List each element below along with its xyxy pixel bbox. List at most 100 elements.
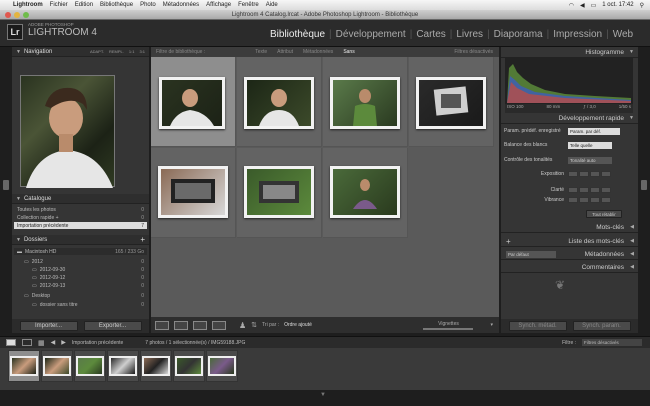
minimize-window-button[interactable] [14,12,20,18]
sort-direction-icon[interactable]: ⇅ [251,321,257,329]
filmstrip-thumbnail[interactable] [208,356,236,376]
metadata-preset-dropdown[interactable]: Par défaut [506,250,556,258]
white-balance-dropdown[interactable]: Telle quelle [568,141,612,149]
catalogue-item-selected[interactable]: Importation précédente 7 [14,222,147,229]
export-button[interactable]: Exporter... [83,321,142,331]
dossiers-header[interactable]: ▼ Dossiers + [12,235,149,245]
grid-cell-selected[interactable] [151,57,236,147]
sort-dropdown[interactable]: Ordre ajouté [284,322,312,328]
exposure-decrease[interactable] [579,171,589,177]
metadata-header[interactable]: Par défaut Métadonnées ◀ [501,249,638,260]
sync-settings-button[interactable]: Synch. param. [572,321,631,331]
filter-status[interactable]: Filtres désactivés [454,49,499,55]
vibrance-decrease[interactable] [579,197,589,203]
toolbar-menu-icon[interactable]: ▾ [490,322,499,328]
filter-sans[interactable]: Sans [343,49,354,55]
photo-thumbnail[interactable] [330,166,400,218]
filmstrip-thumbnail[interactable] [43,356,71,376]
zoom-1-1[interactable]: 1:1 [129,49,135,54]
add-folder-icon[interactable]: + [140,235,149,244]
exposure-increase[interactable] [590,171,600,177]
forward-arrow-icon[interactable]: ▶ [61,339,66,346]
vibrance-increase-large[interactable] [601,197,611,203]
close-window-button[interactable] [5,12,11,18]
grid-cell[interactable] [151,148,236,238]
folder-row[interactable]: ▭ 2012-09-12 0 [14,274,147,281]
filmstrip-thumbnail[interactable] [142,356,170,376]
menu-metadonnees[interactable]: Métadonnées [163,2,199,8]
module-impression[interactable]: Impression [553,29,602,40]
vibrance-decrease-large[interactable] [568,197,578,203]
catalogue-header[interactable]: ▼ Catalogue [12,194,149,204]
left-panel-toggle[interactable] [3,180,9,190]
zoom-3-1[interactable]: 3:1 [139,49,145,54]
folder-row[interactable]: ▭ 2012-09-13 0 [14,282,147,289]
grid-cell[interactable] [323,148,408,238]
exposure-decrease-large[interactable] [568,171,578,177]
clarity-decrease-large[interactable] [568,187,578,193]
folder-row[interactable]: ▭ 2012-09-30 0 [14,266,147,273]
grid-icon[interactable]: ▦ [38,339,45,347]
menu-app[interactable]: Lightroom [13,2,43,8]
zoom-rempl[interactable]: REMPL. [109,49,124,54]
folder-row[interactable]: ▭ Desktop 0 [14,292,147,299]
module-livres[interactable]: Livres [456,29,483,40]
module-web[interactable]: Web [613,29,633,40]
folder-row[interactable]: ▭ 2012 0 [14,258,147,265]
menu-photo[interactable]: Photo [140,2,156,8]
module-bibliotheque[interactable]: Bibliothèque [270,29,325,40]
painter-icon[interactable]: ♟ [239,321,246,330]
wifi-icon[interactable]: ◠ [569,2,574,9]
filmstrip-filter-dropdown[interactable]: Filtres désactivés [582,339,642,346]
compare-view-icon[interactable] [193,320,207,330]
auto-tone-button[interactable]: Tonalité auto [568,156,612,164]
filmstrip-info[interactable]: 7 photos / 1 sélectionnée(s) / IMG59188.… [145,340,245,346]
zoom-window-button[interactable] [23,12,29,18]
spotlight-icon[interactable]: ⚲ [640,2,644,9]
filmstrip-source[interactable]: Importation précédente [72,340,123,346]
back-arrow-icon[interactable]: ◀ [51,339,56,346]
menu-aide[interactable]: Aide [266,2,278,8]
menu-fenetre[interactable]: Fenêtre [238,2,259,8]
exposure-increase-large[interactable] [601,171,611,177]
module-diaporama[interactable]: Diaporama [494,29,543,40]
reset-all-button[interactable]: Tout rétablir [586,210,622,218]
filmstrip-thumbnail[interactable] [109,356,137,376]
zoom-adapt[interactable]: ADAPT. [90,49,104,54]
folder-row[interactable]: ▭ dossier sans titre 0 [14,301,147,308]
loupe-view-icon[interactable] [174,320,188,330]
filter-metadonnees[interactable]: Métadonnées [303,49,333,55]
filmstrip-thumbnail[interactable] [175,356,203,376]
photo-thumbnail[interactable] [159,77,225,129]
photo-thumbnail[interactable] [244,166,314,218]
filmstrip-thumbnail[interactable] [10,356,38,376]
grid-cell[interactable] [237,57,322,147]
catalogue-item[interactable]: Collection rapide + 0 [14,214,147,221]
module-developpement[interactable]: Développement [336,29,406,40]
grid-cell[interactable] [323,57,408,147]
histogram-header[interactable]: Histogramme ▼ [501,47,638,58]
keyword-list-header[interactable]: + Liste des mots-clés ◀ [501,236,638,247]
keywords-header[interactable]: Mots-clés ◀ [501,222,638,233]
photo-thumbnail[interactable] [244,77,314,129]
menu-clock[interactable]: 1 oct. 17:42 [602,2,633,8]
photo-thumbnail[interactable] [158,166,228,218]
clarity-decrease[interactable] [579,187,589,193]
filter-text[interactable]: Texte [255,49,267,55]
import-button[interactable]: Importer... [19,321,78,331]
navigation-header[interactable]: ▼ Navigation ADAPT. REMPL. 1:1 3:1 [12,47,149,57]
primary-monitor-icon[interactable] [6,339,16,346]
grid-view-icon[interactable] [155,320,169,330]
navigator-preview[interactable] [20,75,115,188]
sync-metadata-button[interactable]: Synch. métad. [508,321,567,331]
right-panel-toggle[interactable] [641,180,647,190]
photo-thumbnail[interactable] [330,77,400,129]
menu-edition[interactable]: Edition [75,2,93,8]
menu-affichage[interactable]: Affichage [206,2,231,8]
volume-row[interactable]: ▬ Macintosh HD 165 / 233 Go [14,248,147,255]
thumbnail-size-slider[interactable] [423,327,474,330]
photo-thumbnail[interactable] [416,77,486,129]
add-keyword-icon[interactable]: + [506,237,511,246]
secondary-monitor-icon[interactable] [22,339,32,346]
survey-view-icon[interactable] [212,320,226,330]
